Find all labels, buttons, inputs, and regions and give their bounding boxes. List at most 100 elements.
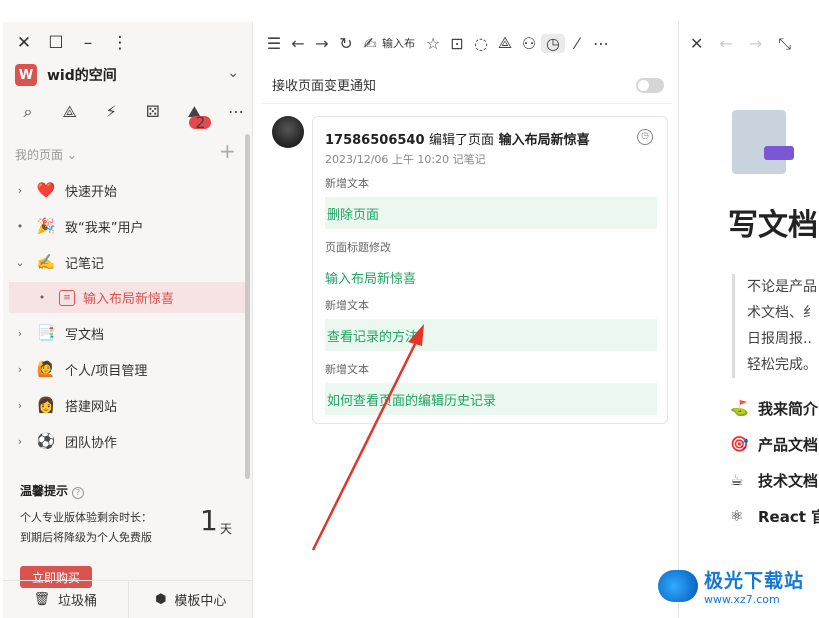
chevron-down-icon[interactable]: ⌄ [13, 256, 27, 269]
star-icon[interactable]: ☆ [421, 34, 445, 53]
quick-action-icon[interactable]: ⚡ [100, 102, 122, 135]
minimize-icon[interactable]: – [79, 34, 97, 52]
change-type: 页面标题修改 [325, 241, 391, 254]
page-link[interactable]: ⚛ React 官 [730, 498, 819, 534]
sidebar-item-project-mgmt[interactable]: › 🙋 个人/项目管理 [9, 351, 245, 387]
watermark-url: www.xz7.com [704, 593, 780, 606]
sidebar-item-notes[interactable]: ⌄ ✍️ 记笔记 [9, 244, 245, 280]
sidebar-bottom-bar: 🗑 垃圾桶 ⬢ 模板中心 [3, 580, 253, 618]
chevron-right-icon[interactable]: › [13, 184, 27, 197]
cube-icon: ⬢ [155, 592, 167, 607]
menu-icon[interactable]: ☰ [262, 34, 286, 53]
search-icon[interactable]: ⌕ [17, 102, 39, 135]
sidebar-item-label: 致“我来”用户 [65, 220, 144, 236]
history-header: 17586506540 编辑了页面 输入布局新惊喜 [325, 133, 590, 148]
sidebar-item-welcome[interactable]: • 🎉 致“我来”用户 [9, 208, 245, 244]
sidebar-item-quick-start[interactable]: › ❤️ 快速开始 [9, 172, 245, 208]
workspace-switcher[interactable]: W wid的空间 ⌄ [15, 62, 245, 88]
template-center-button[interactable]: ⬢ 模板中心 [127, 581, 254, 618]
maximize-icon[interactable]: ☐ [47, 34, 65, 52]
page-toolbar: ☰ ← → ↻ ✍ 输入布 ☆ ⊡ ◌ ⟁ ⚇ ◷ ⁄ ⋯ [254, 22, 679, 64]
page-links: ⛳ 我来简介 🎯 产品文档 ☕ 技术文档 ⚛ React 官 [730, 390, 819, 534]
trial-tip: 温馨提示? 个人专业版体验剩余时长： 到期后将降级为个人免费版 1 天 立即购买 [20, 482, 246, 588]
magic-wand-icon[interactable]: ⁄ [565, 34, 589, 53]
history-icon[interactable]: ◷ [541, 33, 565, 53]
writing-hand-icon: ✍ [363, 33, 377, 53]
more-vertical-icon[interactable]: ⋮ [111, 34, 129, 52]
sidebar-scrollbar[interactable] [245, 134, 250, 479]
workspace-name: wid的空间 [47, 68, 117, 84]
soccer-ball-icon: ⚽ [36, 432, 56, 450]
close-icon[interactable]: ✕ [690, 34, 703, 54]
chevron-right-icon[interactable]: › [13, 363, 27, 376]
document-toolbar: ✕ ← → ⤡ [690, 34, 791, 54]
change-entry: 新增文本 如何查看页面的编辑历史记录 [325, 361, 657, 415]
page-link[interactable]: 🎯 产品文档 [730, 426, 819, 462]
trash-button[interactable]: 🗑 垃圾桶 [3, 581, 128, 618]
chevron-right-icon[interactable]: › [13, 399, 27, 412]
change-value: 如何查看页面的编辑历史记录 [325, 383, 657, 415]
sidebar: ✕ ☐ – ⋮ W wid的空间 ⌄ ⌕ ⟁ ⚡ ⚄ ⛰ 2 ⋯ 我的页面 ⌄ +… [3, 22, 253, 618]
forward-icon[interactable]: → [310, 34, 334, 53]
coffee-icon: ☕ [730, 471, 744, 489]
react-icon: ⚛ [730, 507, 744, 525]
sidebar-item-write-doc[interactable]: › 📑 写文档 [9, 315, 245, 351]
notify-toggle[interactable] [636, 78, 664, 93]
chevron-down-icon: ⌄ [227, 65, 239, 81]
more-icon[interactable]: ⋯ [225, 102, 247, 135]
sidebar-toolbar: ⌕ ⟁ ⚡ ⚄ ⛰ 2 ⋯ [17, 102, 247, 135]
change-value: 输入布局新惊喜 [325, 271, 417, 287]
intro-quote: 不论是产品 术文档、纟 日报周报.. 轻松完成。 [732, 274, 819, 378]
change-entry: 新增文本 删除页面 [325, 175, 657, 229]
sidebar-item-label: 输入布局新惊喜 [83, 292, 175, 307]
graph-icon[interactable]: ⟁ [493, 33, 517, 53]
chevron-right-icon[interactable]: › [13, 327, 27, 340]
sidebar-item-build-site[interactable]: › 👩 搭建网站 [9, 387, 245, 423]
watermark-logo-icon [658, 570, 698, 602]
refresh-icon[interactable]: ↻ [334, 34, 358, 53]
inbox-icon[interactable]: ⛰ 2 [183, 102, 212, 135]
notify-setting-row: 接收页面变更通知 [262, 66, 672, 104]
writing-hand-icon: ✍️ [36, 253, 56, 271]
bullet-icon: • [16, 219, 24, 233]
restore-version-icon[interactable]: ◷ [637, 129, 653, 145]
graph-icon[interactable]: ⟁ [59, 102, 81, 135]
help-icon[interactable]: ? [72, 487, 85, 499]
window-top-strip [0, 0, 819, 22]
change-value: 查看记录的方法 [325, 319, 657, 351]
change-type: 新增文本 [325, 177, 369, 190]
sidebar-item-label: 记笔记 [65, 256, 105, 272]
back-icon[interactable]: ← [286, 34, 310, 53]
bullet-icon: • [38, 291, 46, 304]
add-page-icon[interactable]: + [219, 139, 236, 163]
sidebar-item-input-layout[interactable]: • ≡ 输入布局新惊喜 [9, 282, 245, 313]
notify-label: 接收页面变更通知 [272, 79, 377, 94]
expand-icon[interactable]: ⤡ [778, 34, 791, 54]
present-icon[interactable]: ⊡ [445, 34, 469, 53]
page-breadcrumb-title[interactable]: 输入布 [382, 35, 415, 51]
window-controls: ✕ ☐ – ⋮ [15, 34, 129, 52]
comment-icon[interactable]: ◌ [469, 34, 493, 53]
chevron-right-icon[interactable]: › [13, 435, 27, 448]
notification-badge: 2 [189, 113, 212, 132]
avatar [272, 116, 304, 148]
back-icon[interactable]: ← [719, 34, 732, 54]
forward-icon[interactable]: → [749, 34, 762, 54]
more-icon[interactable]: ⋯ [589, 34, 613, 53]
document-emoji-icon: 📑 [36, 324, 56, 342]
target-icon: 🎯 [730, 435, 749, 453]
person-raising-hand-icon: 🙋 [36, 360, 56, 378]
change-type: 新增文本 [325, 299, 369, 312]
page-link[interactable]: ☕ 技术文档 [730, 462, 819, 498]
page-link[interactable]: ⛳ 我来简介 [730, 390, 819, 426]
section-title-my-pages[interactable]: 我的页面 ⌄ [15, 146, 77, 163]
page-title: 写文档 [728, 208, 818, 243]
watermark-name: 极光下载站 [704, 570, 805, 592]
sidebar-item-team[interactable]: › ⚽ 团队协作 [9, 423, 245, 459]
share-user-icon[interactable]: ⚇ [517, 34, 541, 53]
tip-days-remaining: 1 [200, 504, 218, 537]
document-panel: ✕ ← → ⤡ 写文档 不论是产品 术文档、纟 日报周报.. 轻松完成。 ⛳ 我来… [680, 22, 819, 618]
close-icon[interactable]: ✕ [15, 34, 33, 52]
trash-icon: 🗑 [33, 592, 50, 607]
dice-icon[interactable]: ⚄ [142, 102, 164, 135]
